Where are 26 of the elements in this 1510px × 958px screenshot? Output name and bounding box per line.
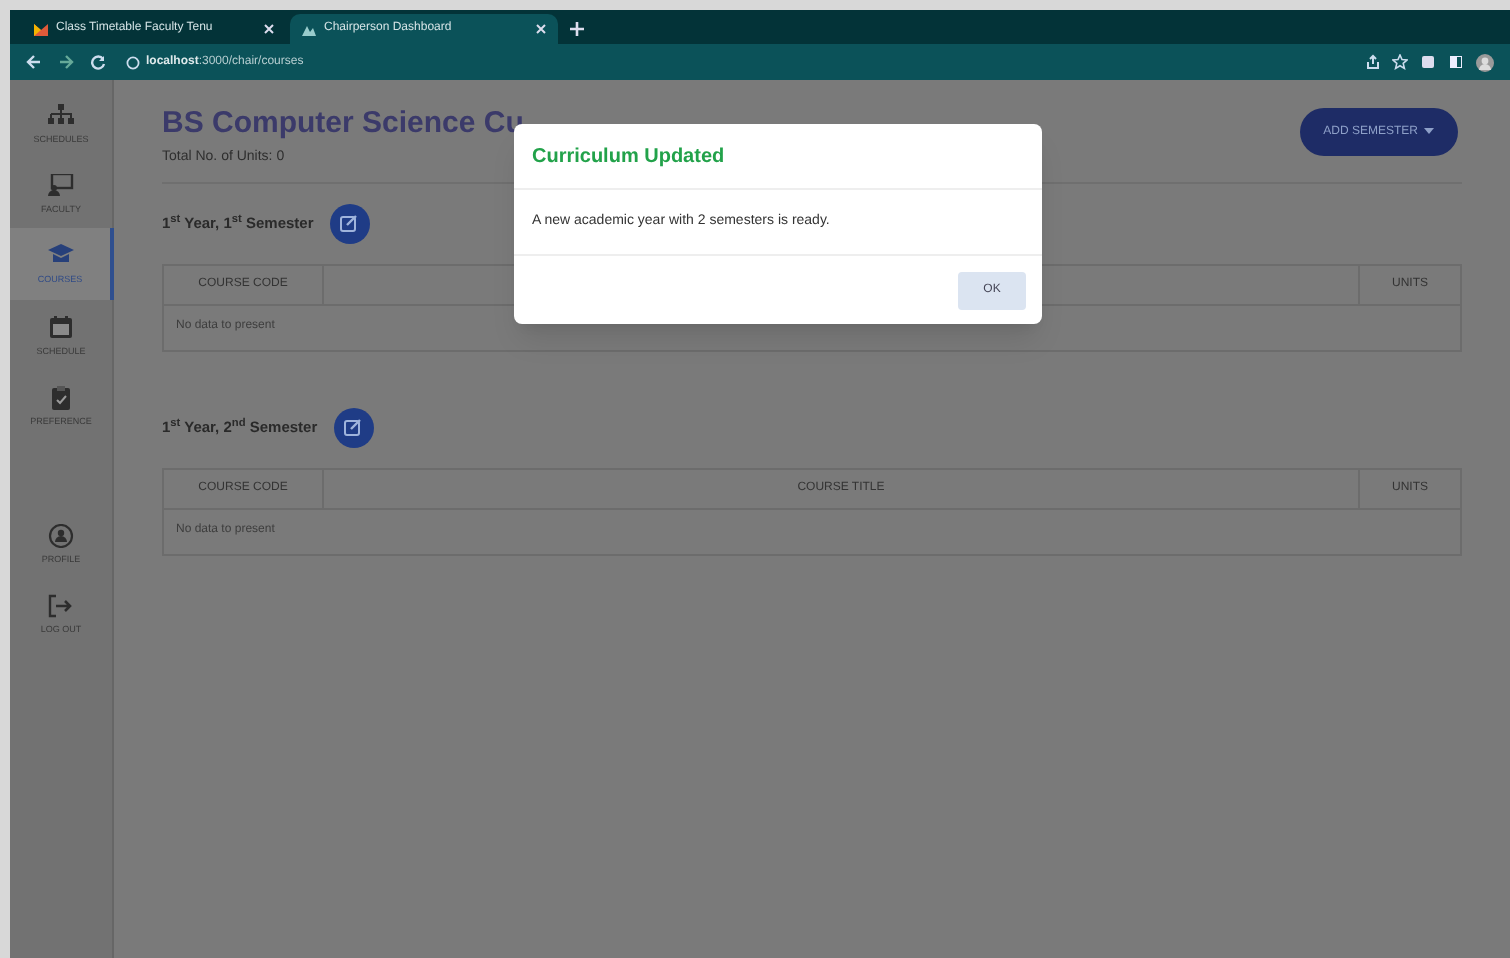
logout-icon [48,593,74,617]
dialog-title: Curriculum Updated [532,143,725,171]
close-icon[interactable] [264,24,274,34]
reload-icon[interactable] [90,54,106,70]
calendar-icon [48,315,74,339]
graduation-cap-icon [47,244,73,268]
tab-favicon-icon [302,23,316,35]
sidepanel-icon[interactable] [1448,54,1464,70]
teacher-board-icon [48,173,74,197]
edit-button[interactable] [329,203,370,243]
org-chart-icon [48,103,74,127]
tab-favicon-icon [34,23,48,35]
forward-icon[interactable] [58,54,74,70]
edit-button[interactable] [333,407,374,447]
clipboard-icon [48,385,74,409]
edit-icon [340,214,359,232]
star-icon[interactable] [1392,54,1408,70]
new-tab-icon[interactable] [570,22,584,36]
caret-icon [1424,128,1434,136]
info-icon[interactable] [126,55,140,69]
share-icon[interactable] [1366,54,1380,70]
edit-icon [344,418,363,436]
avatar-icon[interactable] [1476,53,1494,71]
extensions-icon[interactable] [1420,54,1436,70]
close-icon[interactable] [536,24,546,34]
back-icon[interactable] [26,54,42,70]
